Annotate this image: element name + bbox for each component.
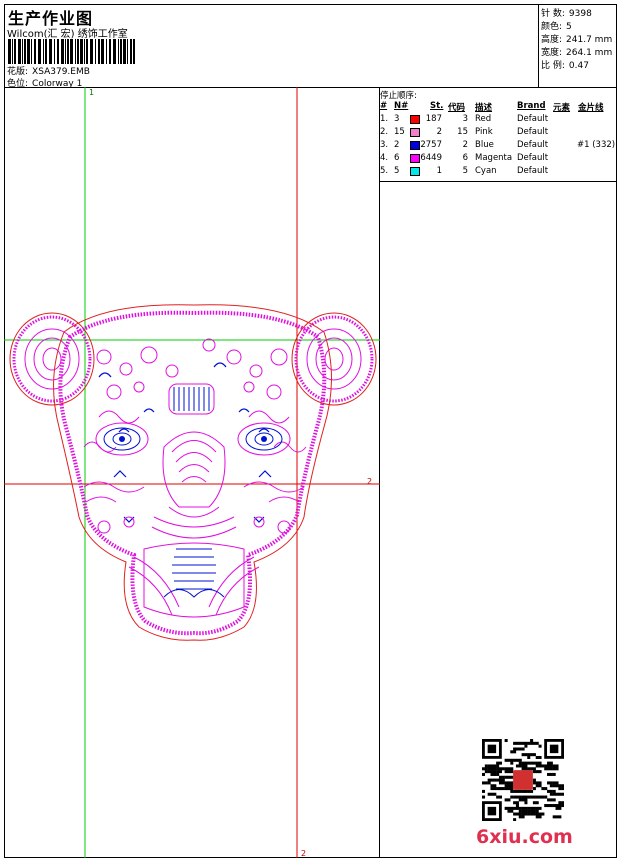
width-label: 宽度: [541,48,563,58]
forehead-pattern [83,338,307,453]
color-count-label: 颜色: [541,22,563,32]
legend-color-swatch [410,128,420,137]
nose-pattern [151,431,237,539]
header-stitches: St. [430,101,444,111]
header-index: # [380,101,388,111]
height-value: 241.7 mm [566,35,613,45]
legend-needle: 5 [394,166,400,176]
legend-index: 1. [380,114,389,124]
legend-index: 5. [380,166,389,176]
legend-row: 2. 15 2 15 Pink Default [380,127,617,140]
left-eye [95,422,149,456]
qr-code-image [482,739,564,821]
embroidery-design: 1 2 2 [4,87,380,858]
width-stat: 宽度: 264.1 mm [541,45,612,58]
legend-index: 3. [380,140,389,150]
legend-needle: 2 [394,140,400,150]
legend-desc: Cyan [475,166,497,176]
company-name: Wilcom(汇 宏) 绣饰工作室 [7,29,128,40]
marker-top: 1 [89,88,94,97]
marker-right: 2 [367,477,372,486]
header-code: 代码 [448,103,466,113]
stitch-count: 针 数: 9398 [541,6,592,19]
header-desc: 描述 [475,103,493,113]
legend-element: #1 (332) [577,140,616,150]
site-watermark: 6xiu.com [476,826,573,848]
design-canvas[interactable]: 1 2 2 [4,87,380,858]
stats-panel: 针 数: 9398 颜色: 5 高度: 241.7 mm 宽度: 264.1 mm 比 … [538,4,617,88]
legend-brand: Default [517,127,549,137]
legend-row: 3. 2 2757 2 Blue Default #1 (332) [380,140,617,153]
left-ear [9,312,95,406]
legend-code: 6 [462,153,468,163]
color-legend: 停止顺序: # N# St. 代码 描述 Brand 元素 金片线 1. 3 187… [380,87,617,182]
right-eye [237,422,291,456]
width-value: 264.1 mm [566,48,613,58]
marker-bottom: 2 [301,849,306,858]
legend-brand: Default [517,140,549,150]
legend-code: 3 [462,114,468,124]
legend-code: 2 [462,140,468,150]
legend-desc: Blue [475,140,494,150]
stitch-count-value: 9398 [568,9,592,19]
legend-row: 1. 3 187 3 Red Default [380,114,617,127]
legend-desc: Magenta [475,153,513,163]
color-count: 颜色: 5 [541,19,572,32]
header-brand: Brand [517,101,546,111]
legend-header-row: # N# St. 代码 描述 Brand 元素 金片线 [380,101,617,114]
color-count-value: 5 [566,22,572,32]
scale-label: 比 例: [541,61,565,71]
legend-needle: 6 [394,153,400,163]
forehead-stripes [173,387,210,411]
legend-row: 5. 5 1 5 Cyan Default [380,166,617,179]
scale-stat: 比 例: 0.47 [541,58,589,71]
legend-index: 4. [380,153,389,163]
legend-needle: 3 [394,114,400,124]
height-stat: 高度: 241.7 mm [541,32,612,45]
legend-color-swatch [410,141,420,150]
legend-desc: Red [475,114,492,124]
stitch-count-label: 针 数: [541,9,565,19]
header-needle: N# [394,101,409,111]
legend-index: 2. [380,127,389,137]
legend-row: 4. 6 6449 6 Magenta Default [380,153,617,166]
legend-color-swatch [410,154,420,163]
legend-desc: Pink [475,127,493,137]
legend-code: 15 [457,127,468,137]
height-label: 高度: [541,35,563,45]
legend-color-swatch [410,167,420,176]
header-panel: 生产作业图 Wilcom(汇 宏) 绣饰工作室 花版: XSA379.EMB 色位… [4,4,539,89]
legend-needle: 15 [394,127,405,137]
barcode-image [8,39,135,64]
legend-brand: Default [517,114,549,124]
right-ear [291,312,377,406]
legend-title: 停止顺序: [380,91,417,101]
header-sequin: 金片线 [578,103,604,113]
legend-brand: Default [517,166,549,176]
legend-brand: Default [517,153,549,163]
header-element: 元素 [553,103,571,113]
legend-code: 5 [462,166,468,176]
legend-color-swatch [410,115,420,124]
muzzle-pattern [128,542,260,618]
scale-value: 0.47 [568,61,589,71]
head-outline [53,304,332,641]
